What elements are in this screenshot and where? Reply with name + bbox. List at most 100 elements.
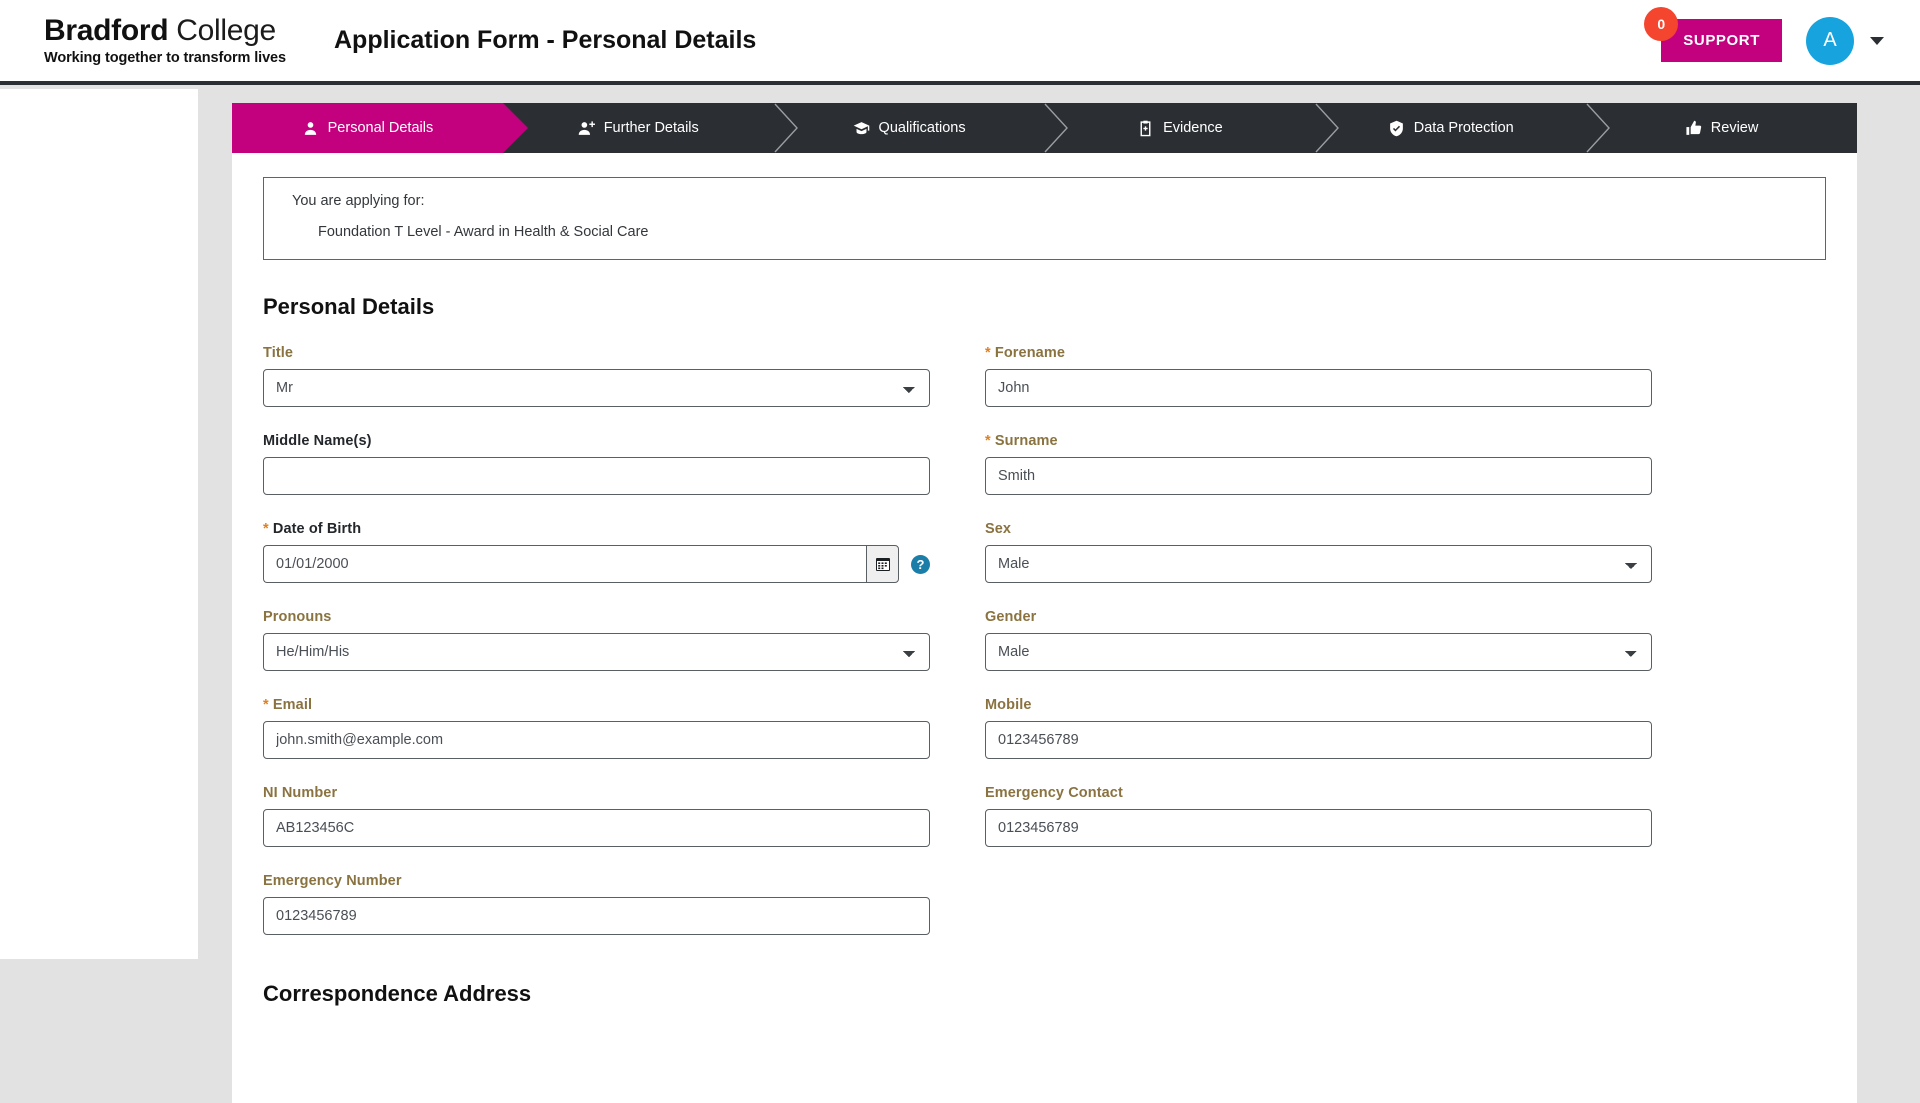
thumbs-up-icon bbox=[1685, 120, 1702, 137]
section-heading-personal-details: Personal Details bbox=[263, 294, 435, 320]
stepper-arrow bbox=[1315, 103, 1340, 153]
brand-name-bold: Bradford bbox=[44, 13, 169, 47]
graduation-cap-icon bbox=[853, 120, 870, 137]
select-sex[interactable]: Male bbox=[985, 545, 1652, 584]
label-text: Title bbox=[263, 345, 294, 362]
input-surname[interactable] bbox=[985, 457, 1652, 496]
field-ni-number: NI Number bbox=[263, 785, 930, 848]
page-body: Personal Details Further Details Qualifica… bbox=[0, 89, 1920, 1103]
applying-for-banner: You are applying for: Foundation T Level… bbox=[263, 177, 1826, 261]
field-label-ni-number: NI Number bbox=[263, 785, 930, 801]
date-of-birth-row: ? bbox=[263, 545, 930, 584]
select-gender[interactable]: Male bbox=[985, 633, 1652, 672]
field-label-email: * Email bbox=[263, 697, 930, 713]
support-button[interactable]: SUPPORT bbox=[1661, 19, 1782, 62]
field-title: Title Mr bbox=[263, 345, 930, 408]
field-label-forename: * Forename bbox=[985, 345, 1652, 361]
chevron-down-icon[interactable] bbox=[1870, 36, 1884, 45]
stepper-step-personal-details[interactable]: Personal Details bbox=[232, 103, 528, 153]
form-column-left: Title Mr Middle Name(s) * Date of Birth? Pro… bbox=[263, 345, 930, 936]
select-pronouns[interactable]: He/Him/His bbox=[263, 633, 930, 672]
label-text: Surname bbox=[994, 433, 1058, 450]
person-add-icon bbox=[578, 120, 595, 137]
stepper-step-evidence[interactable]: Evidence bbox=[1044, 103, 1340, 153]
applying-for-course: Foundation T Level - Award in Health & S… bbox=[318, 223, 649, 240]
field-label-middle-name-s: Middle Name(s) bbox=[263, 433, 930, 449]
field-emergency-number: Emergency Number bbox=[263, 873, 930, 936]
field-pronouns: Pronouns He/Him/His bbox=[263, 609, 930, 672]
input-emergency-contact[interactable] bbox=[985, 809, 1652, 848]
clipboard-plus-icon bbox=[1137, 120, 1154, 137]
stepper-step-qualifications[interactable]: Qualifications bbox=[773, 103, 1069, 153]
calendar-icon[interactable] bbox=[866, 545, 899, 584]
label-text: Forename bbox=[994, 345, 1065, 362]
applying-for-intro: You are applying for: bbox=[292, 193, 425, 209]
help-icon[interactable]: ? bbox=[911, 554, 930, 574]
person-icon bbox=[302, 120, 319, 137]
stepper-step-label: Qualifications bbox=[878, 120, 966, 136]
required-marker: * bbox=[985, 345, 991, 362]
label-text: Middle Name(s) bbox=[263, 433, 372, 450]
label-text: Mobile bbox=[985, 697, 1032, 714]
field-sex: Sex Male bbox=[985, 521, 1652, 584]
form-column-right: * Forename* SurnameSexMaleGenderMaleMobi… bbox=[985, 345, 1652, 935]
stepper-arrow bbox=[1586, 103, 1611, 153]
label-text: Emergency Number bbox=[263, 873, 402, 890]
field-middle-name-s: Middle Name(s) bbox=[263, 433, 930, 496]
field-gender: Gender Male bbox=[985, 609, 1652, 672]
personal-details-form: Title Mr Middle Name(s) * Date of Birth? Pro… bbox=[263, 345, 1826, 936]
stepper-arrow bbox=[502, 103, 528, 153]
stepper-step-data-protection[interactable]: Data Protection bbox=[1315, 103, 1611, 153]
section-heading-correspondence-address: Correspondence Address bbox=[263, 981, 532, 1007]
stepper-arrow bbox=[1044, 103, 1069, 153]
field-label-sex: Sex bbox=[985, 521, 1652, 537]
shield-check-icon bbox=[1388, 120, 1405, 137]
page-title: Application Form - Personal Details bbox=[334, 26, 757, 54]
app-header: Bradford College Working together to tra… bbox=[0, 0, 1920, 85]
input-middle-name-s[interactable] bbox=[263, 457, 930, 496]
field-label-emergency-contact: Emergency Contact bbox=[985, 785, 1652, 801]
input-ni-number[interactable] bbox=[263, 809, 930, 848]
stepper-step-label: Data Protection bbox=[1413, 120, 1514, 136]
label-text: Pronouns bbox=[263, 609, 332, 626]
application-stepper: Personal Details Further Details Qualifica… bbox=[232, 103, 1857, 153]
form-column-divider bbox=[957, 345, 958, 935]
input-date-of-birth[interactable] bbox=[263, 545, 866, 584]
support-button-wrap: 0 SUPPORT bbox=[1644, 7, 1782, 62]
header-actions: 0 SUPPORT A bbox=[1644, 7, 1884, 65]
stepper-arrow bbox=[774, 103, 799, 153]
field-emergency-contact: Emergency Contact bbox=[985, 785, 1652, 848]
required-marker: * bbox=[263, 521, 269, 538]
field-label-title: Title bbox=[263, 345, 930, 361]
content-panel: Personal Details Further Details Qualifica… bbox=[232, 103, 1857, 1103]
stepper-step-label: Review bbox=[1710, 120, 1759, 136]
left-sidebar bbox=[0, 89, 198, 959]
input-forename[interactable] bbox=[985, 369, 1652, 408]
label-text: NI Number bbox=[263, 785, 338, 802]
label-text: Emergency Contact bbox=[985, 785, 1123, 802]
field-label-surname: * Surname bbox=[985, 433, 1652, 449]
stepper-step-label: Personal Details bbox=[327, 120, 434, 136]
stepper-step-label: Evidence bbox=[1163, 120, 1223, 136]
label-text: Date of Birth bbox=[272, 521, 362, 538]
label-text: Sex bbox=[985, 521, 1012, 538]
input-mobile[interactable] bbox=[985, 721, 1652, 760]
input-emergency-number[interactable] bbox=[263, 897, 930, 936]
input-email[interactable] bbox=[263, 721, 930, 760]
label-text: Email bbox=[272, 697, 313, 714]
avatar[interactable]: A bbox=[1806, 16, 1854, 65]
stepper-step-review[interactable]: Review bbox=[1586, 103, 1857, 153]
required-marker: * bbox=[263, 697, 269, 714]
label-text: Gender bbox=[985, 609, 1037, 626]
field-email: * Email bbox=[263, 697, 930, 760]
stepper-step-label: Further Details bbox=[603, 120, 699, 136]
brand-logo: Bradford College Working together to tra… bbox=[44, 15, 334, 67]
field-surname: * Surname bbox=[985, 433, 1652, 496]
field-label-pronouns: Pronouns bbox=[263, 609, 930, 625]
select-title[interactable]: Mr bbox=[263, 369, 930, 408]
field-label-date-of-birth: * Date of Birth bbox=[263, 521, 930, 537]
stepper-step-further-details[interactable]: Further Details bbox=[502, 103, 798, 153]
brand-name-light: College bbox=[168, 13, 276, 47]
field-forename: * Forename bbox=[985, 345, 1652, 408]
field-label-gender: Gender bbox=[985, 609, 1652, 625]
